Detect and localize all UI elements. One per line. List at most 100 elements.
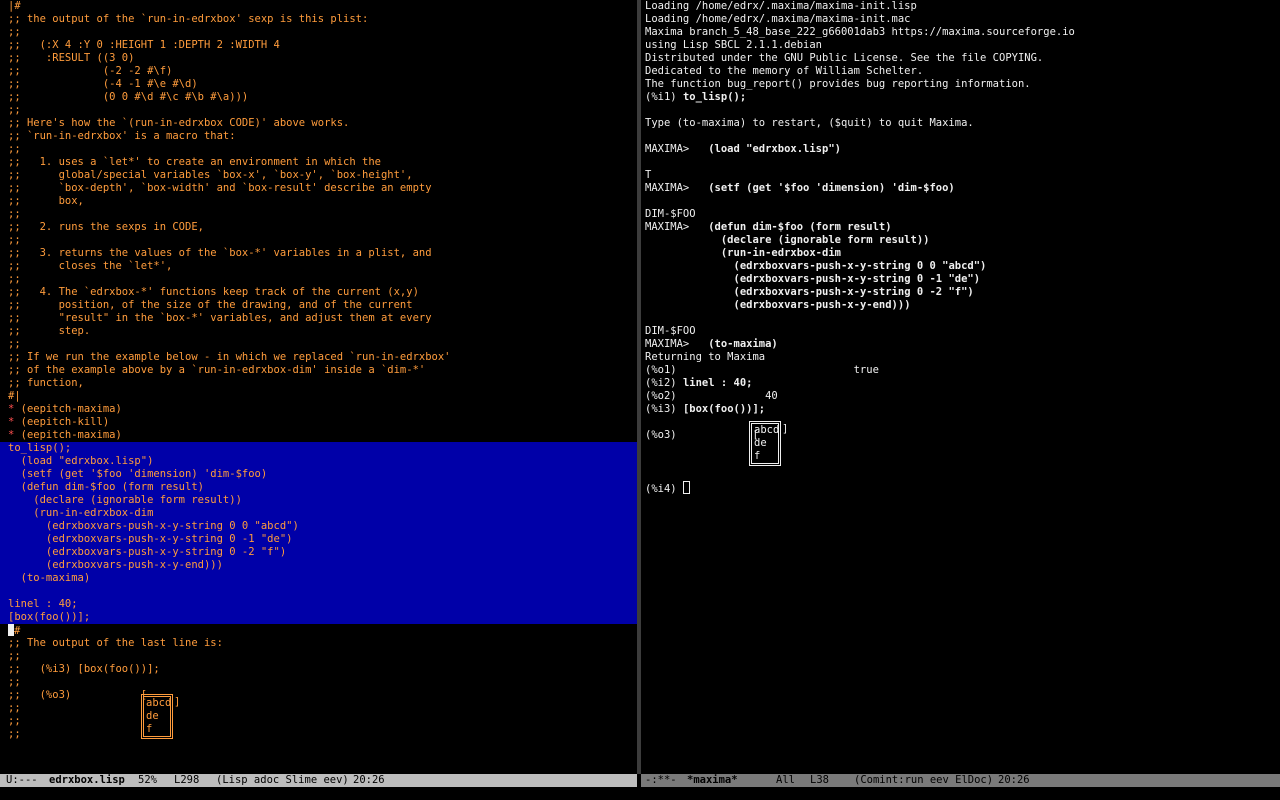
code-line[interactable]: ;; "result" in the `box-*' variables, an… xyxy=(0,312,637,325)
code-line[interactable]: (%i2) linel : 40; xyxy=(641,377,1280,390)
code-line[interactable]: (%o2) 40 xyxy=(641,390,1280,403)
code-line[interactable]: ;; box, xyxy=(0,195,637,208)
code-line[interactable]: MAXIMA> (load "edrxbox.lisp") xyxy=(641,143,1280,156)
code-line[interactable]: (run-in-edrxbox-dim xyxy=(641,247,1280,260)
code-line[interactable]: ;; xyxy=(0,234,637,247)
code-line[interactable]: * (eepitch-maxima) xyxy=(0,403,637,416)
code-line[interactable]: ;; If we run the example below - in whic… xyxy=(0,351,637,364)
code-line[interactable]: ;; xyxy=(0,715,637,728)
code-line[interactable]: ;; xyxy=(0,338,637,351)
code-line[interactable]: ;; xyxy=(0,650,637,663)
code-line[interactable]: ;; Here's how the `(run-in-edrxbox CODE)… xyxy=(0,117,637,130)
code-line[interactable]: ;; 1. uses a `let*' to create an environ… xyxy=(0,156,637,169)
code-line[interactable]: (declare (ignorable form result)) xyxy=(641,234,1280,247)
code-line[interactable]: ;; xyxy=(0,104,637,117)
code-line[interactable]: Loading /home/edrx/.maxima/maxima-init.m… xyxy=(641,13,1280,26)
code-line[interactable]: ;; xyxy=(0,26,637,39)
code-line[interactable] xyxy=(641,195,1280,208)
code-line[interactable]: ;; 3. returns the values of the `box-*' … xyxy=(0,247,637,260)
code-line[interactable]: ;; xyxy=(0,143,637,156)
code-line[interactable]: MAXIMA> (defun dim-$foo (form result) xyxy=(641,221,1280,234)
buffer-name[interactable]: *maxima* xyxy=(687,774,738,787)
code-line[interactable]: MAXIMA> (to-maxima) xyxy=(641,338,1280,351)
code-line[interactable]: ;; of the example above by a `run-in-edr… xyxy=(0,364,637,377)
code-line[interactable]: ;; (0 0 #\d #\c #\b #\a))) xyxy=(0,91,637,104)
code-line[interactable]: ;; The output of the last line is: xyxy=(0,637,637,650)
major-modes[interactable]: (Lisp adoc Slime eev) xyxy=(216,774,349,787)
code-line[interactable]: (edrxboxvars-push-x-y-string 0 0 "abcd") xyxy=(641,260,1280,273)
code-line[interactable]: DIM-$FOO xyxy=(641,325,1280,338)
code-line[interactable]: * (eepitch-kill) xyxy=(0,416,637,429)
code-line[interactable]: ;; (%i3) [box(foo())]; xyxy=(0,663,637,676)
code-line[interactable]: to_lisp(); xyxy=(0,442,637,455)
code-line[interactable]: Distributed under the GNU Public License… xyxy=(641,52,1280,65)
code-line[interactable]: (edrxboxvars-push-x-y-string 0 0 "abcd") xyxy=(0,520,637,533)
code-line[interactable]: DIM-$FOO xyxy=(641,208,1280,221)
code-line[interactable]: ;; global/special variables `box-x', `bo… xyxy=(0,169,637,182)
code-line[interactable]: ;; :RESULT ((3 0) xyxy=(0,52,637,65)
code-line[interactable] xyxy=(641,416,1280,429)
code-line[interactable]: (%o1) true xyxy=(641,364,1280,377)
code-line[interactable]: ;; (-4 -1 #\e #\d) xyxy=(0,78,637,91)
code-line[interactable]: T xyxy=(641,169,1280,182)
code-line[interactable]: ;; `run-in-edrxbox' is a macro that: xyxy=(0,130,637,143)
major-modes[interactable]: (Comint:run eev ElDoc) xyxy=(854,774,993,787)
code-line[interactable]: (run-in-edrxbox-dim xyxy=(0,507,637,520)
code-line[interactable]: Returning to Maxima xyxy=(641,351,1280,364)
code-line[interactable]: (edrxboxvars-push-x-y-string 0 -1 "de") xyxy=(0,533,637,546)
code-line[interactable] xyxy=(641,455,1280,468)
code-line[interactable]: (declare (ignorable form result)) xyxy=(0,494,637,507)
code-line[interactable] xyxy=(641,468,1280,481)
code-line[interactable]: ;; 2. runs the sexps in CODE, xyxy=(0,221,637,234)
code-line[interactable]: ;; function, xyxy=(0,377,637,390)
code-line[interactable]: ;; xyxy=(0,208,637,221)
code-line[interactable] xyxy=(641,130,1280,143)
code-line[interactable]: ;; xyxy=(0,273,637,286)
code-line[interactable] xyxy=(641,312,1280,325)
code-line[interactable]: Dedicated to the memory of William Schel… xyxy=(641,65,1280,78)
code-line[interactable]: ;; xyxy=(0,702,637,715)
code-line[interactable] xyxy=(641,442,1280,455)
code-line[interactable] xyxy=(0,585,637,598)
code-line[interactable]: (%i4) xyxy=(641,481,1280,495)
code-line[interactable]: (edrxboxvars-push-x-y-string 0 -2 "f") xyxy=(0,546,637,559)
code-line[interactable]: ;; (:X 4 :Y 0 :HEIGHT 1 :DEPTH 2 :WIDTH … xyxy=(0,39,637,52)
code-line[interactable]: MAXIMA> (setf (get '$foo 'dimension) 'di… xyxy=(641,182,1280,195)
code-line[interactable] xyxy=(641,104,1280,117)
code-line[interactable]: ;; position, of the size of the drawing,… xyxy=(0,299,637,312)
code-line[interactable]: ;; (%o3) [ xyxy=(0,689,637,702)
code-line[interactable]: linel : 40; xyxy=(0,598,637,611)
code-line[interactable]: # xyxy=(0,624,637,637)
maxima-repl-pane[interactable]: Loading /home/edrx/.maxima/maxima-init.l… xyxy=(641,0,1280,774)
code-line[interactable]: [box(foo())]; xyxy=(0,611,637,624)
code-line[interactable]: ;; xyxy=(0,728,637,741)
code-line[interactable]: ;; step. xyxy=(0,325,637,338)
code-line[interactable]: (edrxboxvars-push-x-y-end))) xyxy=(0,559,637,572)
code-line[interactable]: (edrxboxvars-push-x-y-end))) xyxy=(641,299,1280,312)
code-line[interactable]: ;; xyxy=(0,676,637,689)
editor-pane-left[interactable]: |#;; the output of the `run-in-edrxbox' … xyxy=(0,0,637,774)
code-line[interactable]: (%o3) [ xyxy=(641,429,1280,442)
code-line[interactable]: ;; `box-depth', `box-width' and `box-res… xyxy=(0,182,637,195)
buffer-name[interactable]: edrxbox.lisp xyxy=(49,774,125,787)
code-line[interactable]: (edrxboxvars-push-x-y-string 0 -2 "f") xyxy=(641,286,1280,299)
minibuffer[interactable] xyxy=(0,787,1280,800)
code-line[interactable]: Type (to-maxima) to restart, ($quit) to … xyxy=(641,117,1280,130)
code-line[interactable]: Maxima branch_5_48_base_222_g66001dab3 h… xyxy=(641,26,1280,39)
code-line[interactable]: (defun dim-$foo (form result) xyxy=(0,481,637,494)
code-line[interactable]: (%i3) [box(foo())]; xyxy=(641,403,1280,416)
code-line[interactable]: * (eepitch-maxima) xyxy=(0,429,637,442)
code-line[interactable]: (load "edrxbox.lisp") xyxy=(0,455,637,468)
code-line[interactable]: (setf (get '$foo 'dimension) 'dim-$foo) xyxy=(0,468,637,481)
code-line[interactable]: ;; closes the `let*', xyxy=(0,260,637,273)
code-line[interactable]: (edrxboxvars-push-x-y-string 0 -1 "de") xyxy=(641,273,1280,286)
code-line[interactable]: ;; (-2 -2 #\f) xyxy=(0,65,637,78)
code-line[interactable]: ;; 4. The `edrxbox-*' functions keep tra… xyxy=(0,286,637,299)
code-line[interactable]: (to-maxima) xyxy=(0,572,637,585)
code-line[interactable]: #| xyxy=(0,390,637,403)
code-line[interactable]: Loading /home/edrx/.maxima/maxima-init.l… xyxy=(641,0,1280,13)
code-line[interactable]: The function bug_report() provides bug r… xyxy=(641,78,1280,91)
code-line[interactable]: using Lisp SBCL 2.1.1.debian xyxy=(641,39,1280,52)
code-line[interactable] xyxy=(641,156,1280,169)
code-line[interactable]: (%i1) to_lisp(); xyxy=(641,91,1280,104)
